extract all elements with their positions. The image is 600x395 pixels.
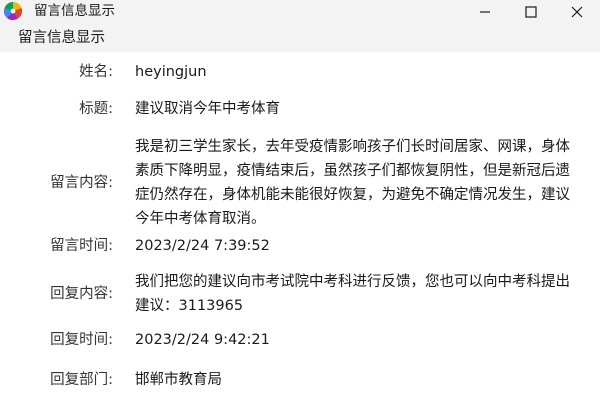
window-controls [462,0,600,24]
field-row-subject: 标题: 建议取消今年中考体育 [0,97,600,121]
field-row-reply-content: 回复内容: 我们把您的建议向市考试院中考科进行反馈，您也可以向中考科提出建议：3… [0,270,600,318]
reply-content-value: 我们把您的建议向市考试院中考科进行反馈，您也可以向中考科提出建议：3113965 [135,274,570,314]
close-icon [571,6,583,18]
reply-content-label: 回复内容: [50,286,113,302]
message-time-value: 2023/2/24 7:39:52 [135,238,270,254]
reply-dept-value: 邯郸市教育局 [135,372,222,388]
field-row-name: 姓名: heyingjun [0,60,600,84]
message-time-label: 留言时间: [50,238,113,254]
maximize-icon [525,6,537,18]
menu-item-message-display[interactable]: 留言信息显示 [18,28,105,48]
subject-value: 建议取消今年中考体育 [135,101,280,117]
field-row-reply-time: 回复时间: 2023/2/24 9:42:21 [0,328,600,352]
pinwheel-app-icon [3,1,23,21]
close-button[interactable] [554,0,600,24]
field-row-message-time: 留言时间: 2023/2/24 7:39:52 [0,234,600,258]
reply-time-label: 回复时间: [50,332,113,348]
field-row-reply-dept: 回复部门: 邯郸市教育局 [0,368,600,392]
minimize-button[interactable] [462,0,508,24]
menu-bar: 留言信息显示 [0,24,600,52]
reply-dept-label: 回复部门: [50,372,113,388]
window-title: 留言信息显示 [34,3,115,19]
name-label: 姓名: [79,64,113,80]
field-row-content: 留言内容: 我是初三学生家长，去年受疫情影响孩子们长时间居家、网课，身体素质下降… [0,135,600,231]
title-bar[interactable]: 留言信息显示 [0,0,600,24]
message-details: 姓名: heyingjun 标题: 建议取消今年中考体育 留言内容: 我是初三学… [0,52,600,395]
subject-label: 标题: [79,101,113,117]
maximize-button[interactable] [508,0,554,24]
content-label: 留言内容: [50,175,113,191]
minimize-icon [480,11,490,13]
name-value: heyingjun [135,64,207,80]
reply-time-value: 2023/2/24 9:42:21 [135,332,270,348]
content-value: 我是初三学生家长，去年受疫情影响孩子们长时间居家、网课，身体素质下降明显，疫情结… [135,139,570,227]
message-display-window: 留言信息显示 留言信息显示 姓名: heyingjun 标题: 建议取消今年中考… [0,0,600,395]
